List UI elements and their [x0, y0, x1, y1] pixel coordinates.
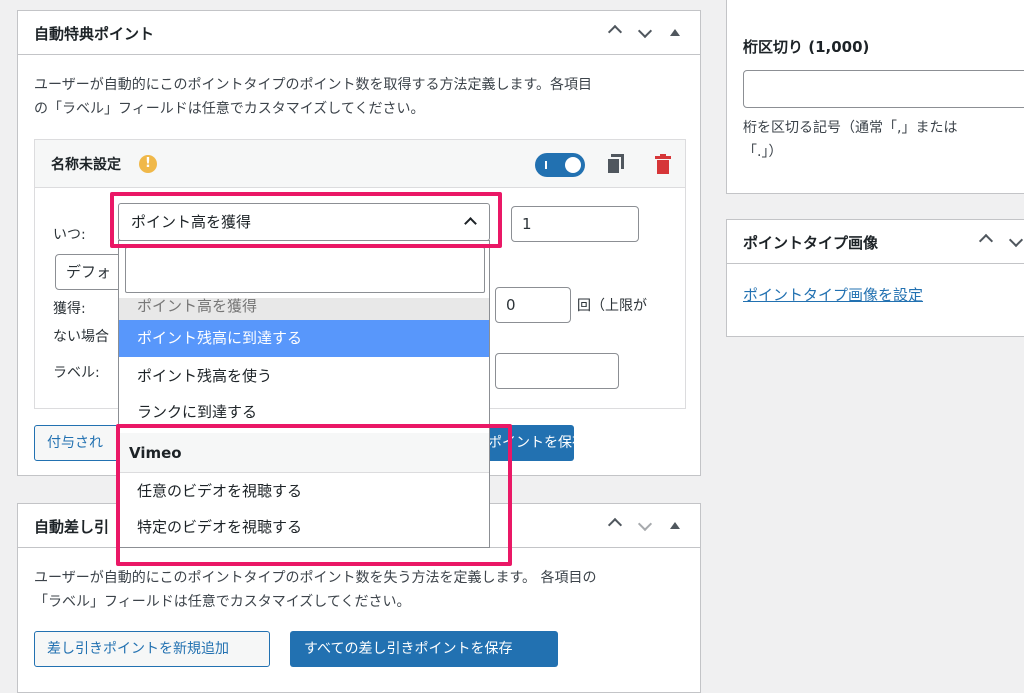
dropdown-option-highlighted[interactable]: ポイント残高に到達する [119, 320, 489, 357]
move-down-icon[interactable] [634, 21, 656, 43]
duplicate-icon[interactable] [607, 154, 625, 174]
metabox-controls [596, 21, 686, 43]
amount-input[interactable]: 1 [511, 206, 639, 242]
set-point-image-link[interactable]: ポイントタイプ画像を設定 [743, 284, 923, 305]
warning-icon: ! [139, 155, 157, 173]
collapse-toggle-icon[interactable] [664, 21, 686, 43]
times-input[interactable]: 0 [495, 287, 571, 323]
move-up-icon[interactable] [604, 21, 626, 43]
metabox-description: ユーザーが自動的にこのポイントタイプのポイント数を失う方法を定義します。 各項目… [34, 570, 597, 610]
when-label: いつ: [53, 227, 86, 243]
earn-label: 獲得: [53, 301, 86, 317]
separator-metabox: 桁区切り (1,000) 桁を区切る記号（通常「,」または 「.」） [726, 0, 1024, 194]
limit-line2: ない場合 [53, 329, 109, 345]
save-deductions-button[interactable]: すべての差し引きポイントを保存 [290, 631, 558, 667]
enable-toggle[interactable] [535, 153, 585, 177]
metabox-title: 自動差し引 [34, 518, 110, 536]
card-title: 名称未設定 [51, 157, 121, 173]
highlight-box-vimeo [116, 424, 512, 566]
move-up-icon[interactable] [604, 514, 626, 536]
add-deduction-button[interactable]: 差し引きポイントを新規追加 [34, 631, 270, 667]
dropdown-option[interactable]: ポイント残高を使う [119, 358, 489, 395]
metabox-header: 自動特典ポイント [18, 11, 700, 55]
metabox-description: ユーザーが自動的にこのポイントタイプのポイント数を取得する方法定義します。各項目… [34, 77, 593, 117]
metabox-controls [967, 230, 1024, 252]
add-award-button[interactable]: 付与され [34, 425, 124, 461]
times-suffix: 回（上限が [577, 298, 647, 314]
move-up-icon[interactable] [975, 230, 997, 252]
point-image-metabox: ポイントタイプ画像 ポイントタイプ画像を設定 [726, 219, 1024, 337]
metabox-controls [596, 514, 686, 536]
highlight-box-select [110, 192, 502, 248]
trash-icon[interactable] [655, 154, 671, 174]
collapse-toggle-icon[interactable] [664, 514, 686, 536]
metabox-title: 自動特典ポイント [34, 25, 155, 43]
move-down-icon[interactable] [1005, 230, 1024, 252]
metabox-title: ポイントタイプ画像 [743, 234, 879, 252]
dropdown-search-input[interactable] [125, 247, 485, 293]
move-down-icon[interactable] [634, 514, 656, 536]
card-header: 名称未設定 ! [35, 140, 685, 188]
separator-title: 桁区切り (1,000) [743, 38, 870, 56]
label-label: ラベル: [53, 365, 100, 381]
dropdown-option[interactable]: ポイント高を獲得 [119, 298, 489, 320]
separator-input[interactable] [743, 70, 1024, 108]
label-input[interactable] [495, 353, 619, 389]
metabox-header: ポイントタイプ画像 [727, 220, 1024, 264]
separator-help: 桁を区切る記号（通常「,」または 「.」） [743, 120, 958, 160]
